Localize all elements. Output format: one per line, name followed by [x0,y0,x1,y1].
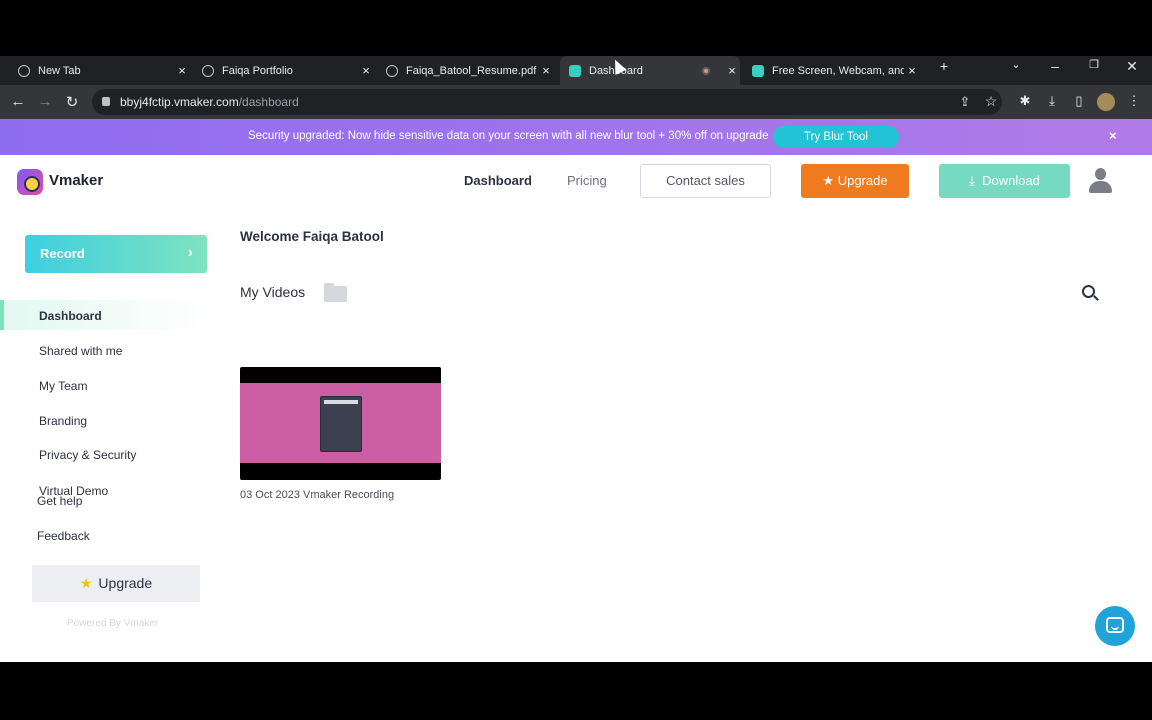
banner-message: Security upgraded: Now hide sensitive da… [248,130,769,142]
download-icon[interactable]: ⤓ [1043,93,1061,109]
sidebar-item-dashboard[interactable]: Dashboard [39,309,102,323]
close-tab-icon[interactable]: × [724,63,740,78]
lock-icon [102,97,110,106]
video-thumbnail[interactable] [240,367,441,480]
welcome-heading: Welcome Faiqa Batool [240,229,384,244]
sidebar-item-shared-with-me[interactable]: Shared with me [39,344,122,358]
tab-resume-pdf[interactable]: Faiqa_Batool_Resume.pdf × [378,56,554,85]
extensions-puzzle-icon[interactable]: ✱ [1016,93,1034,109]
close-tab-icon[interactable]: × [538,63,554,78]
toolbar: ← → ↻ bbyj4fctip.vmaker.com/dashboard ⇪ … [0,85,1152,119]
chat-bubble-icon [1106,617,1124,633]
try-blur-tool-button[interactable]: Try Blur Tool [773,126,899,148]
record-button[interactable]: Record › [25,235,207,273]
upgrade-label: Upgrade [837,173,888,188]
sidebar-item-my-team[interactable]: My Team [39,379,87,393]
user-avatar-icon[interactable] [1087,167,1114,194]
sidebar-upgrade-button[interactable]: ★ Upgrade [32,565,200,602]
restore-icon[interactable]: ❐ [1084,58,1104,71]
download-icon: ⤓ [969,173,983,188]
nav-dashboard[interactable]: Dashboard [464,173,532,188]
vmaker-logo-text[interactable]: Vmaker [49,172,103,189]
feedback-link[interactable]: Feedback [37,529,90,543]
promo-banner: Security upgraded: Now hide sensitive da… [0,119,1152,155]
url-host: bbyj4fctip.vmaker.com [120,95,239,109]
get-help-link[interactable]: Get help [37,494,82,508]
tab-title: New Tab [38,64,81,77]
globe-icon [202,64,214,77]
share-icon[interactable]: ⇪ [956,94,974,110]
window-close-icon[interactable]: ✕ [1122,58,1142,75]
close-tab-icon[interactable]: × [358,63,374,78]
vmaker-dashboard-page: Security upgraded: Now hide sensitive da… [0,119,1152,662]
sidebar-item-privacy-security[interactable]: Privacy & Security [39,448,136,462]
menu-kebab-icon[interactable]: ⋮ [1125,93,1143,109]
globe-icon [386,64,398,77]
recording-indicator-icon [702,66,710,75]
close-tab-icon[interactable]: × [174,63,190,78]
record-label: Record [40,246,85,261]
reload-icon[interactable]: ↻ [63,93,81,111]
active-item-highlight [4,300,207,330]
new-tab-button[interactable]: + [934,58,954,74]
download-button[interactable]: ⤓ Download [939,164,1070,198]
back-arrow-icon[interactable]: ← [9,93,27,110]
chat-support-button[interactable] [1095,606,1135,646]
nav-pricing[interactable]: Pricing [567,173,607,188]
chevron-right-icon: › [187,244,193,261]
address-bar[interactable]: bbyj4fctip.vmaker.com/dashboard ⇪ ☆ [92,89,1002,115]
tab-vmaker-site[interactable]: Free Screen, Webcam, and V × [744,56,920,85]
my-videos-heading: My Videos [240,284,306,300]
contact-sales-button[interactable]: Contact sales [640,164,771,198]
powered-by-text: Powered By Vmaker [67,618,159,629]
tab-title: Faiqa_Batool_Resume.pdf [406,64,537,77]
chrome-icon [18,64,30,77]
tab-title: Dashboard [589,64,643,77]
sidebar-item-branding[interactable]: Branding [39,414,87,428]
star-icon: ★ [79,575,93,591]
tab-new-tab[interactable]: New Tab × [10,56,190,85]
video-caption[interactable]: 03 Oct 2023 Vmaker Recording [240,489,394,501]
tab-title: Free Screen, Webcam, and V [772,64,904,77]
tab-title: Faiqa Portfolio [222,64,293,77]
new-folder-icon[interactable] [324,283,347,302]
vmaker-icon [752,64,764,77]
download-label: Download [982,173,1040,188]
upgrade-label: Upgrade [98,575,153,591]
forward-arrow-icon[interactable]: → [36,93,54,110]
tab-faiqa-portfolio[interactable]: Faiqa Portfolio × [194,56,374,85]
url-text: bbyj4fctip.vmaker.com/dashboard [120,95,299,109]
header-upgrade-button[interactable]: ★ Upgrade [801,164,909,198]
screen: New Tab × Faiqa Portfolio × Faiqa_Batool… [0,0,1152,720]
thumbnail-preview-window [320,396,362,452]
vmaker-icon [569,64,581,77]
url-path: /dashboard [238,95,299,109]
banner-close-icon[interactable]: × [1109,128,1117,143]
minimize-icon[interactable]: – [1045,58,1065,74]
side-panel-icon[interactable]: ▯ [1070,93,1088,109]
tab-bar: New Tab × Faiqa Portfolio × Faiqa_Batool… [0,56,1152,85]
tab-dashboard[interactable]: Dashboard × [560,56,740,85]
vmaker-logo-icon[interactable] [17,169,43,195]
profile-avatar[interactable] [1097,93,1115,111]
star-icon: ★ [822,173,838,188]
bookmark-star-icon[interactable]: ☆ [982,93,1000,110]
search-icon[interactable] [1082,285,1099,301]
tab-search-chevron-icon[interactable]: ⌄ [1006,58,1026,71]
close-tab-icon[interactable]: × [904,63,920,78]
